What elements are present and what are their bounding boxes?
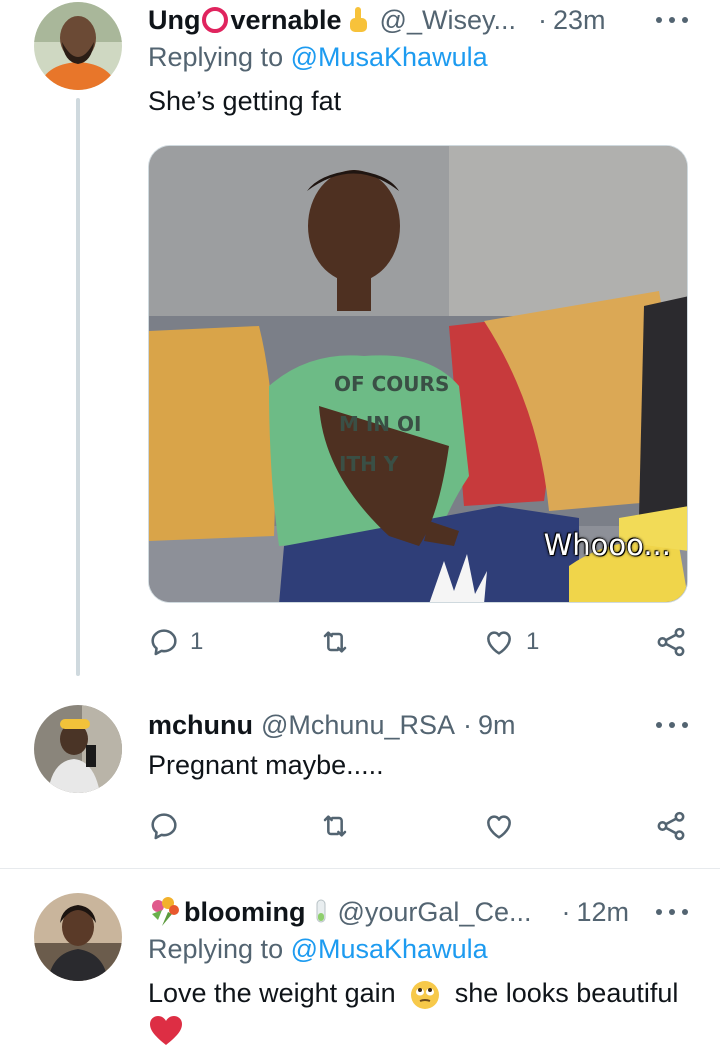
timestamp[interactable]: 23m	[553, 5, 606, 36]
tweet-text-part: she looks beautiful	[454, 978, 679, 1008]
user-handle[interactable]: @Mchunu_RSA	[261, 710, 455, 741]
media-caption: Whooo...	[543, 528, 671, 562]
separator-dot: ·	[561, 896, 571, 927]
share-button[interactable]	[654, 622, 688, 662]
tweet-header: mchunu @Mchunu_RSA · 9m	[148, 705, 688, 745]
reply-icon	[151, 629, 177, 656]
reply-button[interactable]: 1	[148, 622, 203, 662]
share-icon	[657, 627, 685, 657]
display-name[interactable]: mchunu	[148, 710, 253, 741]
tweet-text: Pregnant maybe.....	[148, 750, 384, 780]
reply-count: 1	[190, 628, 204, 655]
pointing-hand-emoji-icon	[349, 7, 367, 32]
retweet-icon	[323, 631, 347, 653]
tweet-media-image[interactable]: OF COURS M IN OI ITH Y Whooo...	[148, 145, 688, 603]
tweet-actions: 1 1	[148, 622, 692, 662]
tweet-actions	[148, 806, 692, 846]
svg-text:M IN OI: M IN OI	[339, 412, 421, 436]
timestamp[interactable]: 12m	[576, 897, 629, 928]
share-button[interactable]	[654, 806, 688, 846]
test-tube-emoji-icon	[316, 899, 326, 923]
red-circle-icon	[202, 7, 229, 33]
tweet-header: blooming @yourGal_Ce... · 12m	[148, 892, 688, 932]
red-heart-emoji-icon	[148, 1015, 184, 1052]
tweet-3[interactable]: blooming @yourGal_Ce... · 12m Replying t…	[0, 890, 720, 1059]
retweet-icon	[323, 815, 347, 837]
timestamp[interactable]: 9m	[478, 710, 516, 741]
like-icon	[487, 815, 511, 839]
display-name[interactable]: blooming	[148, 896, 329, 928]
retweet-button[interactable]	[318, 622, 352, 662]
replying-label: Replying to	[148, 934, 291, 964]
share-icon	[657, 811, 685, 841]
tweet-1[interactable]: Ung vernable @_Wisey... · 23m Replying t…	[0, 0, 720, 690]
retweet-button[interactable]	[318, 806, 352, 846]
tweet-header: Ung vernable @_Wisey... · 23m	[148, 0, 688, 40]
avatar[interactable]	[34, 893, 122, 981]
replying-to: Replying to @MusaKhawula	[148, 934, 488, 965]
replying-to: Replying to @MusaKhawula	[148, 42, 488, 73]
mention-link[interactable]: @MusaKhawula	[291, 934, 488, 964]
reply-icon	[151, 813, 177, 840]
tweet-text: Love the weight gain she looks beautiful	[148, 978, 678, 1011]
replying-label: Replying to	[148, 42, 291, 72]
mention-link[interactable]: @MusaKhawula	[291, 42, 488, 72]
separator-dot: ·	[537, 4, 547, 35]
user-handle[interactable]: @_Wisey...	[380, 5, 516, 36]
eye-roll-emoji-icon	[411, 980, 440, 1009]
svg-text:ITH Y: ITH Y	[339, 452, 399, 476]
separator-dot: ·	[463, 709, 472, 740]
thread-line	[76, 98, 80, 676]
like-button[interactable]: 1	[482, 622, 539, 662]
tweet-text-part: Love the weight gain	[148, 978, 396, 1008]
reply-button[interactable]	[148, 806, 180, 846]
more-options-icon[interactable]	[656, 713, 688, 737]
more-options-icon[interactable]	[656, 900, 688, 924]
avatar[interactable]	[34, 2, 122, 90]
like-icon	[487, 631, 511, 655]
display-name[interactable]: Ung vernable	[148, 5, 372, 36]
like-count: 1	[526, 628, 540, 655]
avatar[interactable]	[34, 705, 122, 793]
tweet-divider	[0, 868, 720, 869]
like-button[interactable]	[482, 806, 516, 846]
more-options-icon[interactable]	[656, 8, 688, 32]
tweet-2[interactable]: mchunu @Mchunu_RSA · 9m Pregnant maybe..…	[0, 700, 720, 868]
svg-text:OF COURS: OF COURS	[334, 372, 449, 396]
tweet-text: She’s getting fat	[148, 86, 342, 116]
user-handle[interactable]: @yourGal_Ce...	[337, 897, 531, 928]
bouquet-emoji-icon	[152, 897, 179, 926]
